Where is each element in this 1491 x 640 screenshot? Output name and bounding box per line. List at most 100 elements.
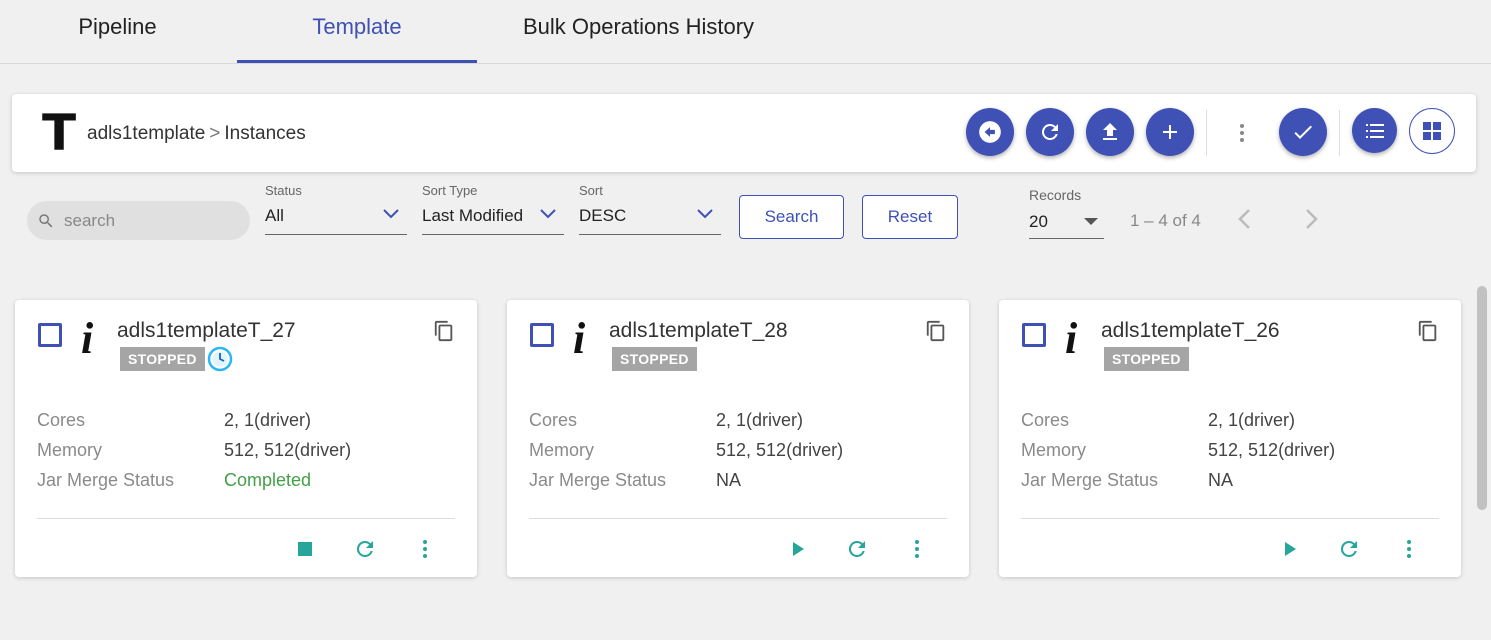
instance-name[interactable]: adls1templateT_28 — [609, 319, 788, 343]
dropdown-arrow-icon — [1084, 218, 1098, 225]
add-icon — [1163, 125, 1177, 139]
status-badge: STOPPED — [120, 347, 205, 371]
card-more-button[interactable] — [905, 537, 929, 566]
tab-bar: Pipeline Template Bulk Operations Histor… — [0, 0, 1491, 64]
back-button[interactable] — [966, 108, 1014, 156]
vertical-scrollbar[interactable] — [1477, 286, 1487, 510]
chevron-left-icon — [1238, 209, 1250, 229]
more-vert-icon — [915, 540, 919, 558]
previous-page-button[interactable] — [1235, 207, 1255, 236]
upload-icon — [1103, 123, 1117, 140]
list-view-icon — [1365, 123, 1384, 138]
breadcrumb-root[interactable]: adls1template — [87, 123, 205, 144]
start-button[interactable] — [785, 537, 809, 566]
search-button[interactable]: Search — [739, 195, 844, 239]
sort-type-value: Last Modified — [422, 206, 524, 225]
add-button[interactable] — [1146, 108, 1194, 156]
breadcrumb-leaf: Instances — [224, 123, 306, 144]
stop-button[interactable] — [293, 537, 317, 566]
schedule-clock-icon[interactable] — [207, 346, 233, 372]
grid-view-icon — [1423, 122, 1441, 140]
start-button[interactable] — [1277, 537, 1301, 566]
search-input[interactable] — [64, 210, 234, 232]
tab-pipeline[interactable]: Pipeline — [40, 0, 195, 63]
status-label: Status — [265, 183, 302, 198]
restart-button[interactable] — [1337, 537, 1361, 566]
jar-merge-label: Jar Merge Status — [529, 470, 667, 490]
sort-type-label: Sort Type — [422, 183, 478, 198]
cores-value: 2, 1(driver) — [1208, 410, 1296, 430]
select-checkbox[interactable] — [530, 323, 554, 347]
copy-icon[interactable] — [1417, 320, 1439, 342]
status-select[interactable]: Status All — [265, 183, 407, 235]
card-more-button[interactable] — [1397, 537, 1421, 566]
records-label: Records — [1029, 187, 1082, 203]
jar-merge-value: NA — [1208, 470, 1234, 490]
jar-merge-value: NA — [716, 470, 742, 490]
tab-template[interactable]: Template — [237, 0, 477, 63]
list-view-button[interactable] — [1352, 108, 1397, 153]
jar-merge-value: Completed — [224, 470, 312, 490]
copy-icon[interactable] — [433, 320, 455, 342]
divider — [37, 518, 455, 519]
template-logo-icon: T — [42, 104, 77, 162]
status-badge: STOPPED — [612, 347, 697, 371]
sort-select[interactable]: Sort DESC — [579, 183, 721, 235]
chevron-down-icon — [383, 209, 399, 219]
select-checkbox[interactable] — [1022, 323, 1046, 347]
instance-card: i adls1templateT_27 STOPPED Cores 2, 1(d… — [15, 300, 477, 577]
grid-view-button[interactable] — [1409, 108, 1455, 154]
tab-bulk-operations-history[interactable]: Bulk Operations History — [500, 0, 777, 63]
more-vert-icon — [1240, 124, 1244, 142]
select-checkbox[interactable] — [38, 323, 62, 347]
refresh-icon — [1340, 541, 1357, 557]
upload-button[interactable] — [1086, 108, 1134, 156]
refresh-icon — [356, 541, 373, 557]
card-more-button[interactable] — [413, 537, 437, 566]
copy-icon[interactable] — [925, 320, 947, 342]
info-icon[interactable]: i — [81, 314, 93, 364]
info-icon[interactable]: i — [573, 314, 585, 364]
sort-value: DESC — [579, 206, 627, 225]
instance-name[interactable]: adls1templateT_27 — [117, 319, 296, 343]
refresh-button[interactable] — [1026, 108, 1074, 156]
memory-label: Memory — [529, 440, 595, 460]
play-icon — [793, 542, 804, 556]
back-icon — [979, 121, 1001, 143]
next-page-button[interactable] — [1301, 207, 1321, 236]
memory-value: 512, 512(driver) — [716, 440, 844, 460]
status-badge: STOPPED — [1104, 347, 1189, 371]
instance-card: i adls1templateT_26 STOPPED Cores 2, 1(d… — [999, 300, 1461, 577]
sort-type-select[interactable]: Sort Type Last Modified — [422, 183, 564, 235]
instance-card: i adls1templateT_28 STOPPED Cores 2, 1(d… — [507, 300, 969, 577]
more-button[interactable] — [1233, 121, 1251, 150]
memory-label: Memory — [37, 440, 103, 460]
instances-header: T adls1template > Instances — [12, 94, 1476, 172]
more-vert-icon — [423, 540, 427, 558]
divider — [1206, 110, 1207, 156]
breadcrumb: adls1template > Instances — [87, 123, 306, 145]
chevron-down-icon — [697, 209, 713, 219]
jar-merge-label: Jar Merge Status — [37, 470, 175, 490]
sort-label: Sort — [579, 183, 603, 198]
instance-name[interactable]: adls1templateT_26 — [1101, 319, 1280, 343]
breadcrumb-separator: > — [209, 123, 221, 144]
restart-button[interactable] — [353, 537, 377, 566]
cores-value: 2, 1(driver) — [716, 410, 804, 430]
play-icon — [1285, 542, 1296, 556]
refresh-icon — [1041, 123, 1058, 140]
divider — [529, 518, 947, 519]
refresh-icon — [848, 541, 865, 557]
pagination-range: 1 – 4 of 4 — [1130, 211, 1201, 230]
stop-icon — [298, 542, 312, 556]
select-all-button[interactable] — [1279, 108, 1327, 156]
restart-button[interactable] — [845, 537, 869, 566]
reset-button[interactable]: Reset — [862, 195, 958, 239]
memory-value: 512, 512(driver) — [1208, 440, 1336, 460]
info-icon[interactable]: i — [1065, 314, 1077, 364]
memory-value: 512, 512(driver) — [224, 440, 352, 460]
search-field[interactable] — [27, 201, 250, 240]
cores-label: Cores — [1021, 410, 1070, 430]
divider — [1339, 110, 1340, 156]
records-per-page-select[interactable]: Records 20 — [1029, 187, 1104, 239]
